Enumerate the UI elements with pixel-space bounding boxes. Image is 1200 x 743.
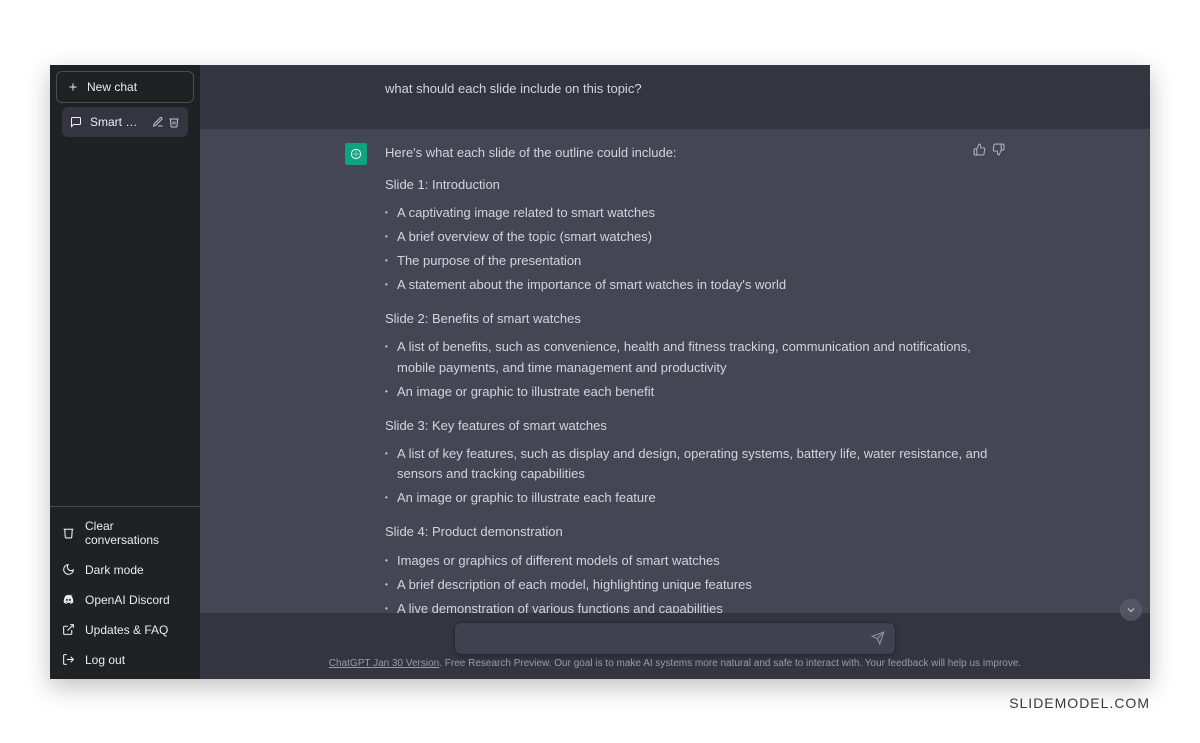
thumbs-up-icon[interactable] bbox=[973, 143, 986, 156]
slide-heading: Slide 3: Key features of smart watches bbox=[385, 416, 1005, 436]
send-icon[interactable] bbox=[871, 631, 885, 645]
external-link-icon bbox=[62, 623, 75, 636]
assistant-avatar bbox=[345, 143, 367, 165]
list-item: Images or graphics of different models o… bbox=[397, 551, 1005, 571]
message-input[interactable] bbox=[465, 631, 871, 646]
sidebar-top: New chat Smart Watch Sales Outli bbox=[50, 65, 200, 143]
user-message-row: what should each slide include on this t… bbox=[200, 65, 1150, 129]
discord-button[interactable]: OpenAI Discord bbox=[50, 585, 200, 615]
slide-list: A list of benefits, such as convenience,… bbox=[397, 337, 1005, 401]
chat-icon bbox=[70, 116, 82, 128]
sidebar-item-label: Updates & FAQ bbox=[85, 623, 168, 637]
user-message-text: what should each slide include on this t… bbox=[385, 79, 1005, 101]
slide-list: Images or graphics of different models o… bbox=[397, 551, 1005, 613]
chat-log: what should each slide include on this t… bbox=[200, 65, 1150, 613]
clear-conversations-button[interactable]: Clear conversations bbox=[50, 511, 200, 555]
slide-heading: Slide 1: Introduction bbox=[385, 175, 1005, 195]
slide-list: A list of key features, such as display … bbox=[397, 444, 1005, 508]
list-item: An image or graphic to illustrate each f… bbox=[397, 488, 1005, 508]
moon-icon bbox=[62, 563, 75, 576]
discord-icon bbox=[62, 593, 75, 606]
trash-icon[interactable] bbox=[168, 116, 180, 128]
list-item: A captivating image related to smart wat… bbox=[397, 203, 1005, 223]
list-item: A list of key features, such as display … bbox=[397, 444, 1005, 484]
slide-heading: Slide 2: Benefits of smart watches bbox=[385, 309, 1005, 329]
list-item: An image or graphic to illustrate each b… bbox=[397, 382, 1005, 402]
plus-icon bbox=[67, 81, 79, 93]
new-chat-label: New chat bbox=[87, 80, 137, 94]
user-avatar bbox=[345, 79, 367, 101]
watermark: SLIDEMODEL.COM bbox=[1009, 695, 1150, 711]
assistant-intro: Here's what each slide of the outline co… bbox=[385, 143, 1005, 163]
input-area: ChatGPT Jan 30 Version. Free Research Pr… bbox=[200, 613, 1150, 679]
list-item: A statement about the importance of smar… bbox=[397, 275, 1005, 295]
sidebar-item-label: Log out bbox=[85, 653, 125, 667]
list-item: The purpose of the presentation bbox=[397, 251, 1005, 271]
logout-button[interactable]: Log out bbox=[50, 645, 200, 675]
list-item: A brief description of each model, highl… bbox=[397, 575, 1005, 595]
sidebar-item-label: Dark mode bbox=[85, 563, 144, 577]
list-item: A list of benefits, such as convenience,… bbox=[397, 337, 1005, 377]
main-content: what should each slide include on this t… bbox=[200, 65, 1150, 679]
list-item: A live demonstration of various function… bbox=[397, 599, 1005, 613]
list-item: A brief overview of the topic (smart wat… bbox=[397, 227, 1005, 247]
new-chat-button[interactable]: New chat bbox=[56, 71, 194, 103]
version-link[interactable]: ChatGPT Jan 30 Version bbox=[329, 658, 439, 669]
assistant-message-content: Here's what each slide of the outline co… bbox=[385, 143, 1005, 613]
slide-list: A captivating image related to smart wat… bbox=[397, 203, 1005, 296]
conversation-actions bbox=[152, 116, 180, 128]
logout-icon bbox=[62, 653, 75, 666]
conversation-title: Smart Watch Sales Outli bbox=[90, 115, 144, 129]
message-input-bar bbox=[455, 623, 895, 654]
updates-faq-button[interactable]: Updates & FAQ bbox=[50, 615, 200, 645]
sidebar-item-label: OpenAI Discord bbox=[85, 593, 170, 607]
slide-heading: Slide 4: Product demonstration bbox=[385, 522, 1005, 542]
conversation-item[interactable]: Smart Watch Sales Outli bbox=[62, 107, 188, 137]
feedback-controls bbox=[973, 143, 1005, 156]
dark-mode-button[interactable]: Dark mode bbox=[50, 555, 200, 585]
app-frame: New chat Smart Watch Sales Outli bbox=[50, 65, 1150, 679]
sidebar-bottom: Clear conversations Dark mode OpenAI Dis… bbox=[50, 506, 200, 679]
sidebar-item-label: Clear conversations bbox=[85, 519, 188, 547]
edit-icon[interactable] bbox=[152, 116, 164, 128]
thumbs-down-icon[interactable] bbox=[992, 143, 1005, 156]
trash-icon bbox=[62, 526, 75, 539]
footer-tail: . Free Research Preview. Our goal is to … bbox=[439, 658, 1021, 669]
assistant-message-row: Here's what each slide of the outline co… bbox=[200, 129, 1150, 613]
sidebar: New chat Smart Watch Sales Outli bbox=[50, 65, 200, 679]
footer-disclaimer: ChatGPT Jan 30 Version. Free Research Pr… bbox=[200, 654, 1150, 671]
